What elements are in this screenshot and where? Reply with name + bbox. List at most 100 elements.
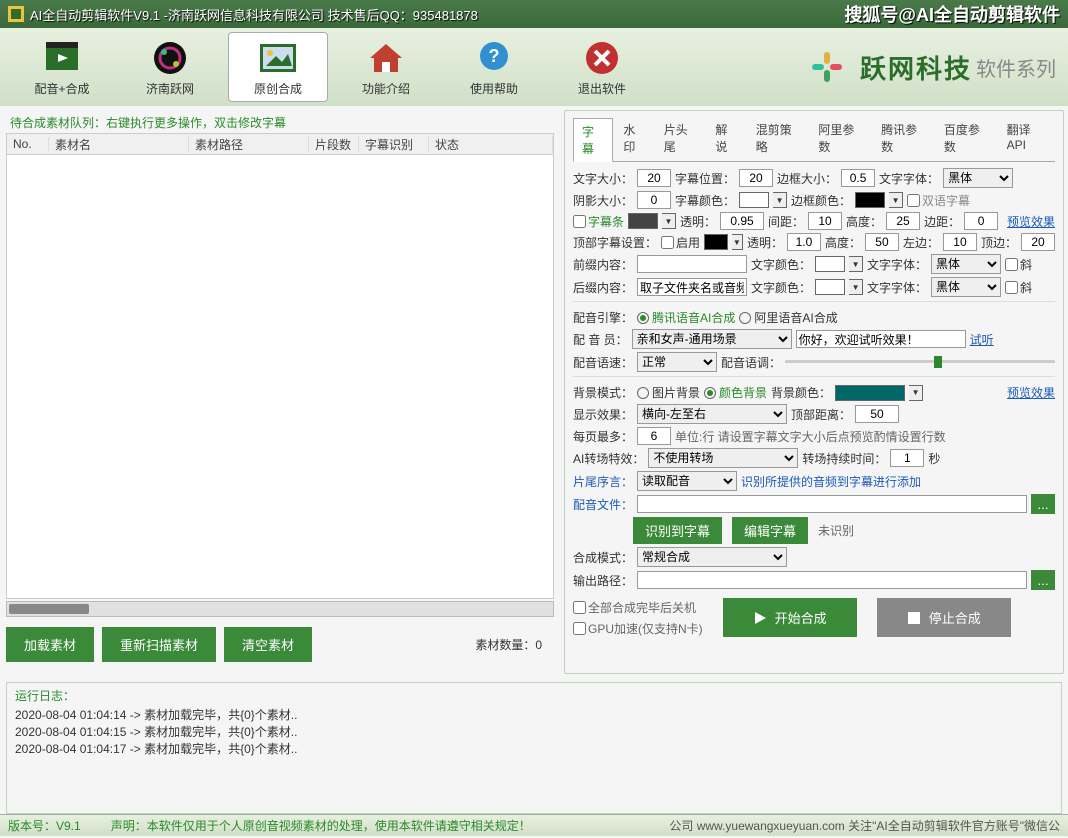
tab-translate-api[interactable]: 翻译API [999, 117, 1055, 161]
italic-label: 斜 [1020, 256, 1032, 273]
tab-ali-params[interactable]: 阿里参数 [810, 117, 871, 161]
prefix-color-swatch[interactable] [815, 256, 845, 272]
col-seg[interactable]: 片段数 [309, 136, 359, 153]
tab-baidu-params[interactable]: 百度参数 [936, 117, 997, 161]
top-enable-checkbox[interactable] [661, 236, 674, 249]
top-opacity-input[interactable] [787, 233, 821, 251]
transition-duration-input[interactable] [890, 449, 924, 467]
bg-image-radio[interactable]: 图片背景 [637, 384, 700, 401]
prefix-font-select[interactable]: 黑体 [931, 254, 1001, 274]
dropdown-icon[interactable]: ▼ [732, 234, 743, 250]
bg-color-swatch[interactable] [835, 385, 905, 401]
tool-label: 配音+合成 [34, 80, 89, 97]
compose-mode-select[interactable]: 常规合成 [637, 547, 787, 567]
font-family-select[interactable]: 黑体 [943, 168, 1013, 188]
play-icon [753, 611, 767, 625]
load-material-button[interactable]: 加载素材 [6, 627, 94, 662]
tool-label: 功能介绍 [362, 80, 410, 97]
audio-file-input[interactable] [637, 495, 1027, 513]
tail-preface-select[interactable]: 读取配音 [637, 471, 737, 491]
browse-output-button[interactable]: ... [1031, 570, 1055, 590]
top-distance-input[interactable] [855, 405, 899, 423]
dropdown-icon[interactable]: ▼ [849, 279, 863, 295]
top-left-input[interactable] [943, 233, 977, 251]
output-path-input[interactable] [637, 571, 1027, 589]
border-color-swatch[interactable] [855, 192, 885, 208]
transition-select[interactable]: 不使用转场 [648, 448, 798, 468]
tool-company[interactable]: 济南跃网 [120, 32, 220, 102]
top-color-swatch[interactable] [704, 234, 728, 250]
opacity-input[interactable] [720, 212, 764, 230]
queue-table-body[interactable] [6, 155, 554, 599]
subtitle-bar-checkbox[interactable] [573, 215, 586, 228]
max-lines-hint: 单位:行 请设置字幕文字大小后点预览酌情设置行数 [675, 428, 946, 445]
start-compose-button[interactable]: 开始合成 [723, 598, 857, 637]
col-recog[interactable]: 字幕识别 [359, 136, 429, 153]
dropdown-icon[interactable]: ▼ [909, 385, 923, 401]
voice-member-select[interactable]: 亲和女声-通用场景 [632, 329, 792, 349]
home-icon [366, 38, 406, 78]
suffix-color-swatch[interactable] [815, 279, 845, 295]
max-lines-input[interactable] [637, 427, 671, 445]
horizontal-scrollbar[interactable] [6, 601, 554, 617]
bar-color-swatch[interactable] [628, 213, 658, 229]
gap-input[interactable] [808, 212, 842, 230]
dropdown-icon[interactable]: ▼ [773, 192, 787, 208]
shutdown-checkbox[interactable] [573, 601, 586, 614]
subtitle-color-swatch[interactable] [739, 192, 769, 208]
col-no[interactable]: No. [7, 137, 49, 151]
main-toolbar: 配音+合成 济南跃网 原创合成 功能介绍 ? 使用帮助 退出软件 跃网科技 软件… [0, 28, 1068, 106]
dropdown-icon[interactable]: ▼ [849, 256, 863, 272]
engine-ali-radio[interactable]: 阿里语音AI合成 [739, 309, 837, 326]
suffix-font-select[interactable]: 黑体 [931, 277, 1001, 297]
suffix-italic-checkbox[interactable] [1005, 281, 1018, 294]
tool-help[interactable]: ? 使用帮助 [444, 32, 544, 102]
bg-preview-link[interactable]: 预览效果 [1007, 384, 1055, 401]
prefix-italic-checkbox[interactable] [1005, 258, 1018, 271]
dropdown-icon[interactable]: ▼ [662, 213, 676, 229]
col-path[interactable]: 素材路径 [189, 136, 309, 153]
company-logo-icon [802, 42, 852, 92]
height-input[interactable] [886, 212, 920, 230]
subtitle-pos-input[interactable] [739, 169, 773, 187]
show-effect-select[interactable]: 横向-左至右 [637, 404, 787, 424]
top-height-input[interactable] [865, 233, 899, 251]
tab-mix-strategy[interactable]: 混剪策略 [748, 117, 809, 161]
prefix-input[interactable] [637, 255, 747, 273]
margin-input[interactable] [964, 212, 998, 230]
tool-exit[interactable]: 退出软件 [552, 32, 652, 102]
tool-voice-compose[interactable]: 配音+合成 [12, 32, 112, 102]
voice-speed-select[interactable]: 正常 [637, 352, 717, 372]
recognize-subtitle-button[interactable]: 识别到字幕 [633, 517, 722, 544]
preview-link[interactable]: 预览效果 [1007, 213, 1055, 230]
stop-compose-button[interactable]: 停止合成 [877, 598, 1011, 637]
tab-narration[interactable]: 解说 [707, 117, 745, 161]
border-size-input[interactable] [841, 169, 875, 187]
gpu-checkbox[interactable] [573, 622, 586, 635]
voice-tone-slider[interactable] [785, 355, 1055, 369]
col-status[interactable]: 状态 [429, 136, 553, 153]
engine-tencent-radio[interactable]: 腾讯语音AI合成 [637, 309, 735, 326]
tool-original-compose[interactable]: 原创合成 [228, 32, 328, 102]
top-margin-input[interactable] [1021, 233, 1055, 251]
browse-audio-button[interactable]: ... [1031, 494, 1055, 514]
suffix-input[interactable] [637, 278, 747, 296]
edit-subtitle-button[interactable]: 编辑字幕 [732, 517, 808, 544]
opacity-label: 透明： [680, 213, 716, 230]
tab-subtitle[interactable]: 字幕 [573, 118, 613, 162]
top-left-label: 左边： [903, 234, 939, 251]
bg-color-radio[interactable]: 颜色背景 [704, 384, 767, 401]
tab-watermark[interactable]: 水印 [615, 117, 653, 161]
font-size-input[interactable] [637, 169, 671, 187]
tab-head-tail[interactable]: 片头尾 [656, 117, 706, 161]
dual-subtitle-checkbox[interactable] [907, 194, 920, 207]
col-name[interactable]: 素材名 [49, 136, 189, 153]
try-listen-link[interactable]: 试听 [970, 331, 994, 348]
tool-features[interactable]: 功能介绍 [336, 32, 436, 102]
shadow-input[interactable] [637, 191, 671, 209]
clear-material-button[interactable]: 清空素材 [224, 627, 312, 662]
voice-sample-input[interactable] [796, 330, 966, 348]
dropdown-icon[interactable]: ▼ [889, 192, 903, 208]
rescan-material-button[interactable]: 重新扫描素材 [102, 627, 216, 662]
tab-tencent-params[interactable]: 腾讯参数 [873, 117, 934, 161]
